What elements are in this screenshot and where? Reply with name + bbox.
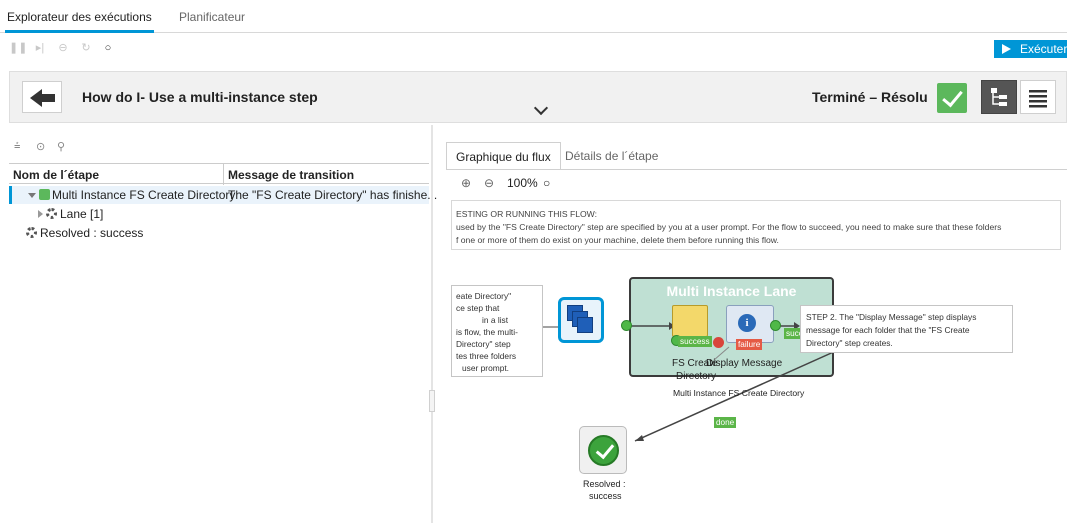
tab-flow-graph[interactable]: Graphique du flux xyxy=(446,142,561,170)
transition-dot xyxy=(621,320,632,331)
execute-label: Exécuter xyxy=(1020,42,1067,56)
caret-down-icon[interactable] xyxy=(28,193,36,198)
step-forward-icon[interactable]: ▸| xyxy=(33,41,47,55)
flow-title: How do I- Use a multi-instance step xyxy=(82,89,318,105)
list-view-icon xyxy=(1029,90,1047,108)
tab-scheduler[interactable]: Planificateur xyxy=(179,10,245,24)
display-message-label: Display Message xyxy=(706,358,783,369)
execute-button[interactable]: Exécuter xyxy=(994,40,1067,58)
resolved-check-icon xyxy=(937,83,967,113)
back-arrow-shaft xyxy=(41,94,55,102)
note-step2: STEP 2. The "Display Message" step displ… xyxy=(800,305,1013,353)
top-tab-bar: Explorateur des exécutions Planificateur xyxy=(0,0,1067,33)
failure-tag: failure xyxy=(736,339,763,350)
fs-directory-label: Directory xyxy=(676,371,717,382)
search-icon[interactable]: ⚲ xyxy=(57,140,65,153)
tree-row[interactable]: Multi Instance FS Create Directory The "… xyxy=(9,186,437,204)
tree-header: Nom de l´étape Message de transition xyxy=(9,163,429,185)
column-step-name[interactable]: Nom de l´étape xyxy=(13,168,99,182)
step-name: Lane [1] xyxy=(60,207,104,221)
note-line: STEP 2. The "Display Message" step displ… xyxy=(806,312,977,322)
splitter-handle[interactable] xyxy=(429,390,435,412)
run-header: How do I- Use a multi-instance step Term… xyxy=(9,71,1067,123)
step-name: Resolved : success xyxy=(40,226,144,240)
note-line: message for each folder that the "FS Cre… xyxy=(806,325,970,335)
success-check-icon xyxy=(39,189,50,200)
refresh-icon[interactable]: ○ xyxy=(101,41,115,55)
resolved-label: Resolved : xyxy=(583,479,626,489)
tab-step-details[interactable]: Détails de l´étape xyxy=(556,142,667,170)
flow-description: ESTING OR RUNNING THIS FLOW: used by the… xyxy=(451,200,1061,250)
success-tag: success xyxy=(678,336,712,347)
chevron-down-icon[interactable] xyxy=(533,100,549,116)
zoom-in-icon[interactable]: ⊕ xyxy=(461,176,471,190)
tree-view-icon xyxy=(991,88,1007,106)
run-status: Terminé – Résolu xyxy=(812,89,928,105)
done-tag: done xyxy=(714,417,737,428)
description-line: ESTING OR RUNNING THIS FLOW: xyxy=(456,209,598,219)
tab-run-explorer[interactable]: Explorateur des exécutions xyxy=(5,10,154,33)
play-icon xyxy=(1002,44,1011,54)
pause-icon[interactable]: ❚❚ xyxy=(9,41,27,55)
tree-row[interactable]: Lane [1] xyxy=(9,205,429,223)
flow-canvas[interactable]: Multi Instance Lane eate Directory" ce s… xyxy=(451,255,1067,523)
step-name: Multi Instance FS Create Directory xyxy=(52,188,236,202)
folder-icon[interactable] xyxy=(672,305,708,337)
run-toolbar: ❚❚ ▸| ⊖ ↻ ○ xyxy=(0,33,1067,63)
tree-row[interactable]: Resolved : success xyxy=(9,224,429,242)
resolved-success-node[interactable] xyxy=(579,426,627,474)
description-line: used by the "FS Create Directory" step a… xyxy=(456,222,1002,232)
info-icon: i xyxy=(738,314,756,332)
zoom-level: 100% xyxy=(507,176,538,190)
minus-circle-icon[interactable]: ⊖ xyxy=(56,41,70,55)
column-transition-message[interactable]: Message de transition xyxy=(228,168,354,182)
reset-zoom-icon[interactable]: ○ xyxy=(543,176,550,190)
list-view-button[interactable] xyxy=(1020,80,1056,114)
transition-dot xyxy=(770,320,781,331)
tab-underline xyxy=(446,169,1067,170)
note-line: Directory" step creates. xyxy=(806,338,893,348)
stack-square xyxy=(577,317,593,333)
display-message-node[interactable]: i xyxy=(726,305,774,343)
transition-message: The "FS Create Directory" has finishe... xyxy=(228,188,438,202)
multi-instance-node[interactable] xyxy=(558,297,604,343)
back-button[interactable] xyxy=(22,81,62,113)
collapse-all-icon[interactable]: ⩮ xyxy=(14,140,20,153)
failure-x-icon xyxy=(713,337,724,348)
resume-icon[interactable]: ↻ xyxy=(79,41,93,55)
tree-view-button[interactable] xyxy=(981,80,1017,114)
zoom-out-icon[interactable]: ⊖ xyxy=(484,176,494,190)
resolved-success-label: success xyxy=(589,491,622,501)
caret-right-icon[interactable] xyxy=(38,210,43,218)
gear-icon xyxy=(46,208,57,219)
column-separator xyxy=(223,164,224,185)
success-check-icon xyxy=(588,435,619,466)
multi-instance-caption: Multi Instance FS Create Directory xyxy=(673,388,805,398)
description-line: f one or more of them do exist on your m… xyxy=(456,235,779,245)
panel-splitter[interactable] xyxy=(431,125,433,523)
expand-icon[interactable]: ⊙ xyxy=(36,140,45,153)
gear-icon xyxy=(26,227,37,238)
